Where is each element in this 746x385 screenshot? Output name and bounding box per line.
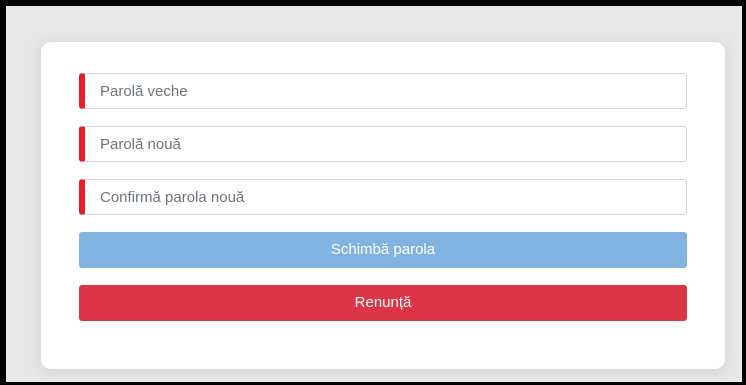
- change-password-button[interactable]: Schimbă parola: [79, 232, 687, 268]
- new-password-field: [79, 126, 687, 162]
- change-password-card: Schimbă parola Renunță: [41, 42, 725, 369]
- old-password-field: [79, 73, 687, 109]
- old-password-input[interactable]: [85, 74, 686, 108]
- confirm-password-input[interactable]: [85, 180, 686, 214]
- confirm-password-field: [79, 179, 687, 215]
- cancel-button[interactable]: Renunță: [79, 285, 687, 321]
- window-frame: Schimbă parola Renunță: [0, 0, 746, 385]
- new-password-input[interactable]: [85, 127, 686, 161]
